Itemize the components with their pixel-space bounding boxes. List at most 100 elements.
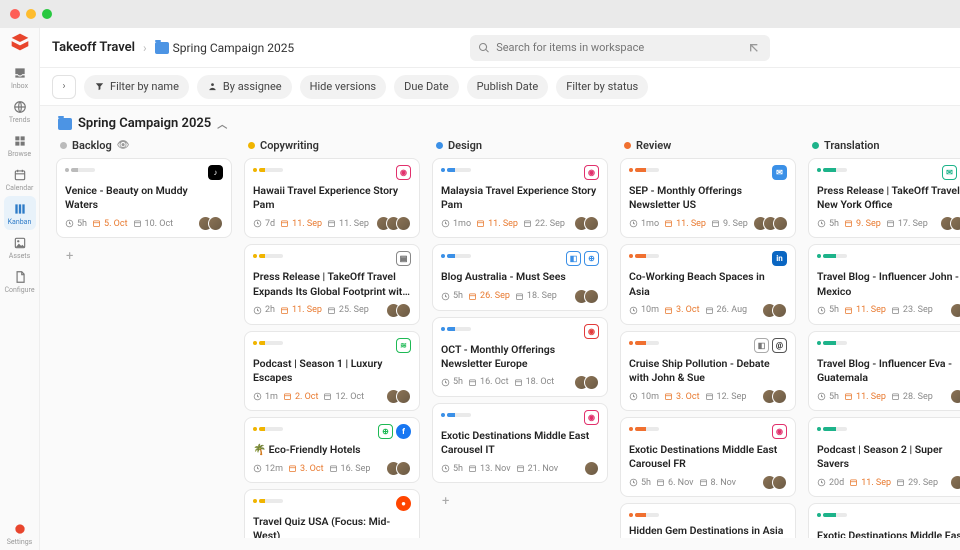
instagram-pink-icon: ◉ [584,165,599,180]
sidebar-item-label: Kanban [8,218,32,226]
filter-chip-1[interactable]: By assignee [197,75,292,99]
sidebar-item-kanban[interactable]: Kanban [4,196,36,230]
progress-indicator [817,165,847,175]
instagram-pink-icon: ◉ [772,424,787,439]
column-label: Design [448,139,482,152]
filter-chip-2[interactable]: Hide versions [300,75,386,99]
progress-indicator [253,424,283,434]
sidebar-item-browse[interactable]: Browse [4,128,36,162]
filter-chip-3[interactable]: Due Date [394,75,458,99]
kanban-card[interactable]: ▶Travel Blog - Influencer John - Mexico5… [808,244,960,324]
progress-indicator [629,251,659,261]
kanban-card[interactable]: ◧@Cruise Ship Pollution - Debate with Jo… [620,331,796,411]
progress-indicator [817,510,847,520]
linkedin-icon: in [772,251,787,266]
sidebar-item-inbox[interactable]: Inbox [4,60,36,94]
breadcrumb-workspace[interactable]: Takeoff Travel [52,40,135,55]
kanban-card[interactable]: ◉Malaysia Travel Experience Story Pam1mo… [432,158,608,238]
instagram-pink-icon: ◉ [584,410,599,425]
sidebar-item-calendar[interactable]: Calendar [4,162,36,196]
filter-chip-0[interactable]: Filter by name [84,75,189,99]
kanban-card[interactable]: ✉SEP - Monthly Offerings Newsletter US1m… [620,158,796,238]
search-input[interactable] [496,41,740,54]
kanban-card[interactable]: ◉OCT - Monthly Offerings Newsletter Euro… [432,317,608,397]
kanban-card[interactable]: ●Travel Quiz USA (Focus: Mid-West)5h10. … [244,489,420,538]
column-label: Backlog [72,139,112,152]
kanban-card[interactable]: ◉Exotic Destinations Middle East Carouse… [620,417,796,497]
add-card-button[interactable]: + [56,244,232,268]
sidebar-item-assets[interactable]: Assets [4,230,36,264]
card-meta: 10m3. Oct12. Sep [629,389,787,404]
card-title: Co-Working Beach Spaces in Asia [629,270,787,298]
kanban-card[interactable]: ✉▤Press Release | TakeOff Travel New Yor… [808,158,960,238]
kanban-card[interactable]: Hidden Gem Destinations in Asia5h3. Oct4… [620,503,796,538]
kanban-card[interactable]: ≋Podcast | Season 1 | Luxury Escapes1m2.… [244,331,420,411]
kanban-card[interactable]: ◉ Exotic Destinations Middle East Carouse… [432,403,608,483]
app-logo [10,32,30,52]
card-title: 🌴 Eco-Friendly Hotels [253,443,411,457]
column-label: Review [636,139,671,152]
kanban-card[interactable]: ◎Podcast | Season 2 | Super Savers20d11.… [808,417,960,497]
progress-indicator [441,251,471,261]
kanban-card[interactable]: ⊕f🌴 Eco-Friendly Hotels12m3. Oct16. Sep [244,417,420,483]
card-meta: 5h16. Oct18. Oct [441,375,599,390]
card-title: Venice - Beauty on Muddy Waters [65,184,223,212]
progress-indicator [441,324,471,334]
search-bar[interactable] [470,35,770,61]
filter-chip-5[interactable]: Filter by status [556,75,648,99]
column-header[interactable]: Design [432,137,608,158]
column-header[interactable]: Translation [808,137,960,158]
avatar [396,461,411,476]
progress-indicator [253,496,283,506]
open-external-icon[interactable] [746,40,762,56]
sidebar-item-label: Inbox [11,82,28,90]
card-title: Exotic Destinations Middle East Carousel… [441,429,599,457]
column-header[interactable]: Backlog 👁 [56,137,232,158]
sidebar-item-trends[interactable]: Trends [4,94,36,128]
kanban-card[interactable]: ◧⊕Blog Australia - Must Sees5h26. Sep18.… [432,244,608,310]
kanban-card[interactable]: ◉Exotic Destinations Middle East Carouse… [808,503,960,538]
minimize-dot[interactable] [26,9,36,19]
kanban-card[interactable]: ▤Press Release | TakeOff Travel Expands … [244,244,420,324]
card-title: Cruise Ship Pollution - Debate with John… [629,357,787,385]
card-title: Travel Quiz USA (Focus: Mid-West) [253,515,411,538]
progress-indicator [65,165,95,175]
breadcrumb-project[interactable]: Spring Campaign 2025 [155,41,295,55]
eye-icon: 👁 [117,140,130,151]
progress-indicator [253,165,283,175]
progress-indicator [629,165,659,175]
board-title[interactable]: Spring Campaign 2025 ︿ [40,106,960,137]
sidebar-item-configure[interactable]: Configure [4,264,36,298]
filter-chip-4[interactable]: Publish Date [467,75,549,99]
folder-icon [155,42,169,54]
kanban-card[interactable]: inCo-Working Beach Spaces in Asia10m3. O… [620,244,796,324]
threads-icon: @ [772,338,787,353]
kanban-card[interactable]: ♪Venice - Beauty on Muddy Waters5h5. Oct… [56,158,232,238]
progress-indicator [629,510,659,520]
card-title: Travel Blog - Influencer Eva - Guatemala [817,357,960,385]
sidebar-item-label: Browse [8,150,31,158]
column-backlog: Backlog 👁 ♪Venice - Beauty on Muddy Waters… [56,137,232,538]
close-dot[interactable] [10,9,20,19]
kanban-card[interactable]: ▶Travel Blog - Influencer Eva - Guatemal… [808,331,960,411]
kanban-board: Backlog 👁 ♪Venice - Beauty on Muddy Waters… [40,137,960,550]
card-title: Hidden Gem Destinations in Asia [629,524,787,538]
nav-forward-button[interactable]: › [52,75,76,99]
card-meta: 2h11. Sep25. Sep [253,303,411,318]
card-title: Travel Blog - Influencer John - Mexico [817,270,960,298]
card-title: Malaysia Travel Experience Story Pam [441,184,599,212]
folder-icon [58,118,72,130]
avatar [772,475,787,490]
add-card-button[interactable]: + [432,489,608,513]
instagram-pink-icon: ◉ [396,165,411,180]
sidebar-item-label: Calendar [6,184,34,192]
zoom-dot[interactable] [42,9,52,19]
card-meta: 12m3. Oct16. Sep [253,461,411,476]
column-header[interactable]: Review [620,137,796,158]
kanban-card[interactable]: ◉Hawaii Travel Experience Story Pam7d11.… [244,158,420,238]
sidebar-item-settings[interactable]: Settings [4,516,36,550]
facebook-icon: f [396,424,411,439]
search-icon [478,42,490,54]
column-header[interactable]: Copywriting [244,137,420,158]
progress-indicator [629,424,659,434]
